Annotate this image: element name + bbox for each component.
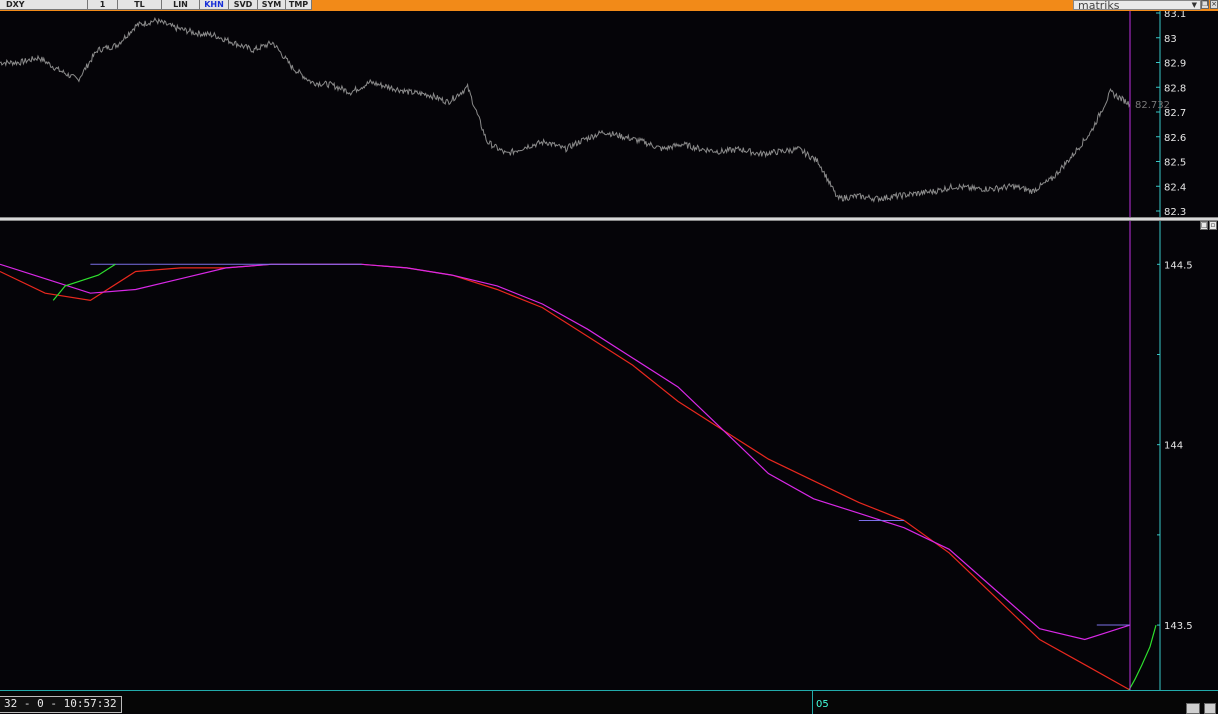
close-icon[interactable]: × [1210,0,1218,9]
tl-button[interactable]: TL [118,0,162,10]
chevron-down-icon: ▼ [1191,1,1197,9]
symbol-field[interactable]: DXY [0,0,88,10]
brand-dropdown[interactable]: matriks ▼ [1073,0,1201,11]
tmp-button[interactable]: TMP [286,0,312,10]
interval-field[interactable]: 1 [88,0,118,10]
indicator-tick-label: 144 [1164,441,1183,452]
price-tick-label: 82.4 [1164,182,1186,193]
green-segment-upper [52,263,116,301]
clock-readout: 32 - 0 - 10:57:32 [0,696,122,713]
price-tick-label: 82.5 [1164,158,1186,169]
price-chart[interactable]: 83.18382.982.882.782.682.582.482.382.732 [0,11,1218,217]
price-tick-label: 82.9 [1164,59,1186,70]
indicator-chart[interactable]: 144.5 144 143.5 [0,221,1218,690]
green-segment-lower [1128,624,1157,690]
price-tick-label: 82.6 [1164,133,1186,144]
indicator-tick-label: 144.5 [1164,260,1193,271]
scroll-end-button[interactable] [1204,703,1216,714]
khn-button[interactable]: KHN [200,0,229,10]
magenta-series-line [0,263,1131,641]
price-tick-label: 82.3 [1164,207,1186,217]
scroll-button[interactable] [1186,703,1200,714]
time-axis-tick [812,691,813,714]
price-tick-label: 83.1 [1164,11,1186,20]
window-restore-icon[interactable]: ❐ [1201,0,1209,9]
time-axis-label: 05 [816,699,829,710]
last-value-label: 82.732 [1135,100,1170,111]
red-series-line [0,263,1131,690]
toolbar: DXY 1 TL LIN KHN SVD SYM TMP matriks ▼ ❐… [0,0,1218,11]
sym-button[interactable]: SYM [258,0,286,10]
svd-button[interactable]: SVD [229,0,258,10]
lin-button[interactable]: LIN [162,0,200,10]
price-series-line [0,16,1131,203]
price-tick-label: 83 [1164,34,1177,45]
indicator-tick-label: 143.5 [1164,621,1193,632]
status-bar: 32 - 0 - 10:57:32 05 [0,690,1218,714]
price-tick-label: 82.8 [1164,83,1186,94]
